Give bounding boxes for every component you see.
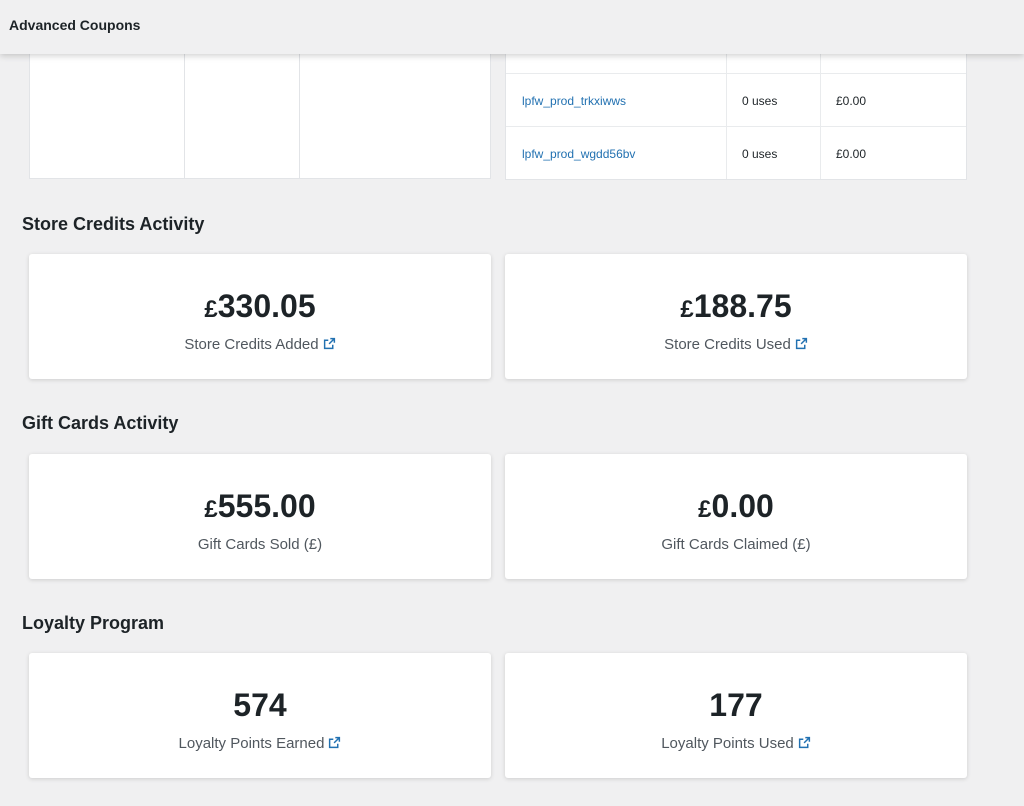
store-credits-added-value: £330.05 [204,288,316,324]
external-link-icon[interactable] [328,736,341,749]
dashboard-content: lpfw_prod_trkxiwws 0 uses £0.00 lpfw_pro… [0,54,1024,806]
external-link-icon[interactable] [795,337,808,350]
table-column-divider [299,54,300,178]
left-table [29,54,491,179]
gift-cards-sold-value: £555.00 [204,488,316,524]
app-title: Advanced Coupons [9,17,141,33]
coupon-uses: 0 uses [742,93,778,108]
table-row: lpfw_prod_wgdd56bv 0 uses £0.00 [506,126,966,180]
store-credits-heading: Store Credits Activity [22,214,205,234]
coupon-uses: 0 uses [742,146,778,161]
table-row: lpfw_prod_trkxiwws 0 uses £0.00 [506,73,966,127]
external-link-icon[interactable] [323,337,336,350]
store-credits-added-card: £330.05 Store Credits Added [29,254,491,379]
store-credits-used-card: £188.75 Store Credits Used [505,254,967,379]
store-credits-used-value: £188.75 [680,288,792,324]
gift-cards-heading: Gift Cards Activity [22,413,179,433]
gift-cards-claimed-card: £0.00 Gift Cards Claimed (£) [505,454,967,579]
coupon-amount: £0.00 [836,93,867,108]
table-column-divider [184,54,185,178]
external-link-icon[interactable] [798,736,811,749]
store-credits-added-label: Store Credits Added [29,336,491,353]
loyalty-used-label: Loyalty Points Used [505,735,967,752]
top-bar: Advanced Coupons [0,0,1024,54]
loyalty-used-value: 177 [709,687,763,723]
coupon-code-link[interactable]: lpfw_prod_wgdd56bv [522,147,635,161]
loyalty-earned-label: Loyalty Points Earned [29,735,491,752]
gift-cards-claimed-label: Gift Cards Claimed (£) [661,536,811,553]
loyalty-heading: Loyalty Program [22,613,165,633]
loyalty-used-card: 177 Loyalty Points Used [505,653,967,778]
coupon-code-link[interactable]: lpfw_prod_trkxiwws [522,94,626,108]
coupons-table: lpfw_prod_trkxiwws 0 uses £0.00 lpfw_pro… [505,54,967,180]
coupon-amount: £0.00 [836,146,867,161]
loyalty-earned-card: 574 Loyalty Points Earned [29,653,491,778]
loyalty-earned-value: 574 [233,687,287,723]
store-credits-used-label: Store Credits Used [505,336,967,353]
gift-cards-sold-card: £555.00 Gift Cards Sold (£) [29,454,491,579]
gift-cards-claimed-value: £0.00 [698,488,774,524]
gift-cards-sold-label: Gift Cards Sold (£) [197,536,323,553]
